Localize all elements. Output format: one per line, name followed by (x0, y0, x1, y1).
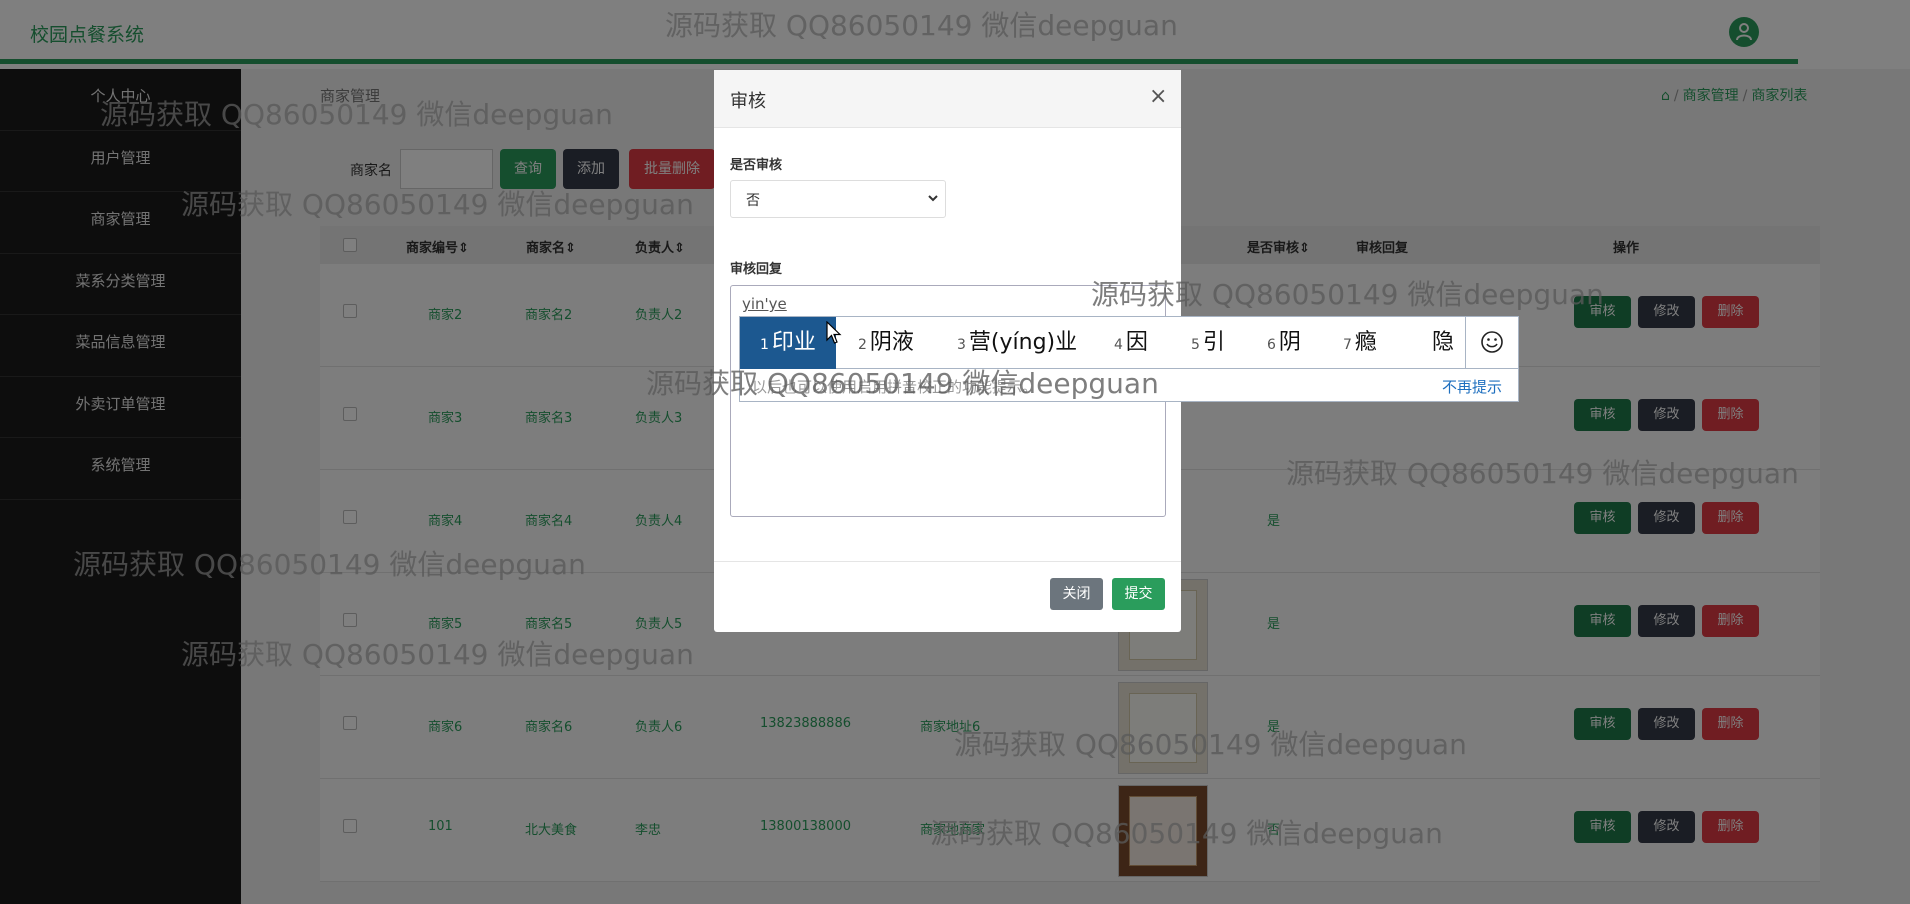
ime-candidate[interactable]: 4因 (1114, 317, 1148, 369)
ime-candidate[interactable]: 2 阴液 (858, 317, 914, 369)
cancel-button[interactable]: 关闭 (1050, 578, 1103, 610)
ime-candidate-bar: 1 印业 2 阴液 3 营(yíng)业 4因 5引 6阴 7瘾 隐 (740, 317, 1518, 369)
ime-candidate[interactable]: 5引 (1191, 317, 1225, 369)
approve-select-value: 否 (746, 193, 760, 209)
chevron-down-icon (928, 195, 938, 202)
reply-label: 审核回复 (730, 262, 783, 277)
modal-footer-divider (714, 561, 1181, 562)
modal-header: 审核 × (714, 70, 1181, 128)
ime-candidate[interactable]: 1 印业 (740, 317, 836, 369)
modal-title: 审核 (730, 91, 766, 112)
emoji-icon[interactable] (1465, 317, 1518, 369)
reply-composition-text: yin'ye (742, 295, 787, 313)
approve-select[interactable]: 否 (730, 180, 946, 218)
ime-candidate-window: 1 印业 2 阴液 3 营(yíng)业 4因 5引 6阴 7瘾 隐 以后也可以使用启… (739, 316, 1519, 402)
ime-candidate[interactable]: 7瘾 (1343, 317, 1377, 369)
mouse-cursor-icon (826, 321, 842, 344)
ime-candidate[interactable]: 隐 (1429, 317, 1454, 369)
ime-tip-text: 以后也可以使用启用拼音校正的功能提示。 (752, 378, 1038, 396)
ime-dismiss-link[interactable]: 不再提示 (1442, 376, 1502, 397)
ime-candidate[interactable]: 3 营(yíng)业 (957, 317, 1077, 369)
approve-label: 是否审核 (730, 158, 783, 173)
submit-button[interactable]: 提交 (1112, 578, 1165, 610)
ime-candidate[interactable]: 6阴 (1267, 317, 1301, 369)
close-icon[interactable]: × (1149, 84, 1167, 109)
